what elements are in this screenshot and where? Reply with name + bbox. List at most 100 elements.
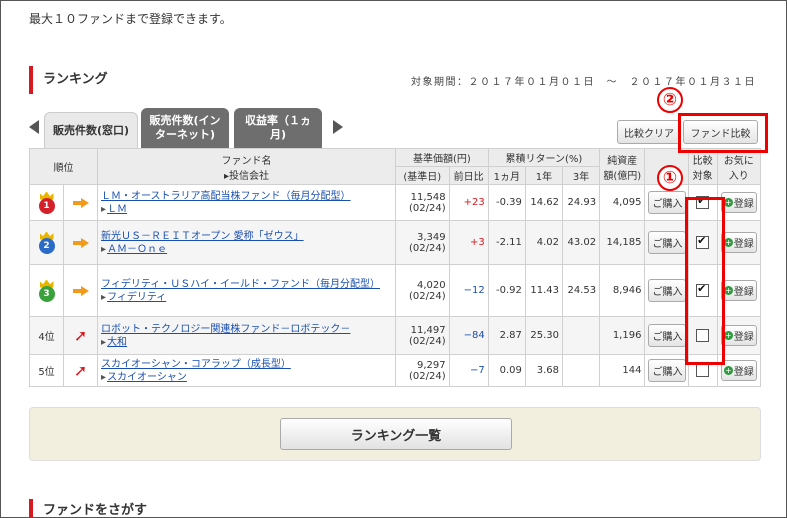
return-3y [561,354,601,387]
nav-value: 9,297 [416,359,446,371]
rank-number: 2 [38,237,55,254]
favorite-header: お気に入り [716,148,762,185]
trend-cell: ➚ [63,354,99,387]
annotation-marker-1: ① [657,165,683,191]
buy-cell: ご購入 [644,316,689,355]
ranking-tabs: 販売件数(窓口) 販売件数(インターネット) 収益率（１ヵ月) [29,108,359,149]
crown-icon: 3 [38,279,56,302]
trend-up-arrow-icon: ➚ [73,361,88,380]
net-assets: 144 [599,354,646,387]
nav-value: 11,548 [410,191,446,203]
rank-number: 3 [38,285,55,302]
tab-prev-arrow-icon[interactable] [29,120,39,134]
rank-cell: 1 [28,184,65,221]
fund-name-link[interactable]: スカイオーシャン・コアラップ（成長型） [101,358,392,371]
compare-checkbox[interactable] [696,364,710,377]
nav-date: (02/24) [408,242,446,254]
favorite-register-button[interactable]: + 登録 [720,232,757,253]
favorite-label: 登録 [733,332,754,343]
rank-cell: 5位 [28,354,65,387]
return-1y: 25.30 [524,316,563,355]
return-1m-header: 1ヵ月 [487,166,526,185]
net-assets-header: 純資産額(億円) [599,148,646,185]
prev-day-change: −84 [448,316,489,355]
annotation-marker-2: ② [657,87,683,113]
ranking-section-title: ランキング [29,66,108,94]
nav-date: (02/24) [408,202,446,214]
return-1y: 4.02 [524,220,563,265]
rank-label: 4位 [38,332,55,343]
favorite-register-button[interactable]: + 登録 [720,280,757,301]
buy-button[interactable]: ご購入 [648,359,687,382]
buy-button[interactable]: ご購入 [648,191,687,214]
return-1y: 11.43 [524,264,563,317]
return-1y: 3.68 [524,354,563,387]
company-label: 投信会社 [229,170,270,182]
nav-cell: 11,548 (02/24) [394,184,450,221]
trend-flat-arrow-icon [72,237,89,248]
tab-next-arrow-icon[interactable] [333,120,343,134]
tab-sales-counter[interactable]: 販売件数(窓口) [44,112,138,149]
favorite-label: 登録 [733,367,754,378]
fund-cell: スカイオーシャン・コアラップ（成長型） スカイオーシャン [97,354,396,387]
company-link[interactable]: フィデリティ [101,291,392,304]
net-assets: 14,185 [599,220,646,265]
rank-header: 順位 [28,148,99,185]
plus-icon: + [723,198,733,207]
fund-cell: 新光ＵＳ－ＲＥＩＴオープン 愛称「ゼウス」 ＡＭ－Ｏｎｅ [97,220,396,265]
table-row: 2 新光ＵＳ－ＲＥＩＴオープン 愛称「ゼウス」 ＡＭ－Ｏｎｅ 3,349(02/… [28,220,762,265]
plus-icon: + [723,331,733,340]
return-1m: -0.39 [487,184,526,221]
ranking-list-button[interactable]: ランキング一覧 [280,418,512,450]
nav-value: 3,349 [416,231,446,243]
favorite-register-button[interactable]: + 登録 [720,192,757,213]
nav-date-header: (基準日) [394,166,450,185]
favorite-label: 登録 [733,199,754,210]
nav-cell: 3,349 (02/24) [394,220,450,265]
company-header: ▸投信会社 [223,170,270,182]
trend-cell [63,220,99,265]
return-1m: -2.11 [487,220,526,265]
table-row: 1 ＬＭ・オーストラリア高配当株ファンド（毎月分配型） ＬＭ 11,548(02… [28,184,762,221]
company-link[interactable]: ＬＭ [101,203,392,216]
tab-sales-internet[interactable]: 販売件数(インターネット) [141,108,229,148]
return-3y: 24.93 [561,184,601,221]
buy-button[interactable]: ご購入 [648,324,687,347]
net-assets: 1,196 [599,316,646,355]
compare-clear-button[interactable]: 比較クリア [617,120,681,144]
nav-date: (02/24) [408,370,446,382]
rank-cell: 4位 [28,316,65,355]
return-1y: 14.62 [524,184,563,221]
return-1m: -0.92 [487,264,526,317]
return-3y: 24.53 [561,264,601,317]
nav-value: 4,020 [416,279,446,291]
target-period: 対象期間：２０１７年０１月０１日 ～ ２０１７年０１月３１日 [411,77,756,88]
prev-day-header: 前日比 [448,166,489,185]
fund-search-section-title: ファンドをさがす [29,499,147,517]
fund-name-link[interactable]: ＬＭ・オーストラリア高配当株ファンド（毎月分配型） [101,190,392,203]
company-link[interactable]: ＡＭ－Ｏｎｅ [101,243,392,256]
favorite-register-button[interactable]: + 登録 [720,325,757,346]
nav-date: (02/24) [408,335,446,347]
trend-flat-arrow-icon [72,197,89,208]
buy-button[interactable]: ご購入 [648,231,687,254]
tab-return-1m[interactable]: 収益率（１ヵ月) [234,108,322,148]
top-note: 最大１０ファンドまで登録できます。 [29,12,232,26]
nav-value: 11,497 [410,324,446,336]
nav-cell: 4,020 (02/24) [394,264,450,317]
fund-name-link[interactable]: ロボット・テクノロジー関連株ファンド－ロボテック－ [101,323,392,336]
company-link[interactable]: 大和 [101,336,392,349]
plus-icon: + [723,366,733,375]
plus-icon: + [723,286,733,295]
buy-button[interactable]: ご購入 [648,279,687,302]
page-frame: 最大１０ファンドまで登録できます。 ランキング 対象期間：２０１７年０１月０１日… [0,0,787,518]
favorite-label: 登録 [733,239,754,250]
trend-cell [63,184,99,221]
plus-icon: + [723,238,733,247]
buy-cell: ご購入 [644,220,689,265]
company-link[interactable]: スカイオーシャン [101,371,392,384]
favorite-register-button[interactable]: + 登録 [720,360,757,381]
trend-flat-arrow-icon [72,285,89,296]
fund-name-link[interactable]: フィデリティ・ＵＳハイ・イールド・ファンド（毎月分配型） [101,278,392,291]
fund-name-link[interactable]: 新光ＵＳ－ＲＥＩＴオープン 愛称「ゼウス」 [101,230,392,243]
